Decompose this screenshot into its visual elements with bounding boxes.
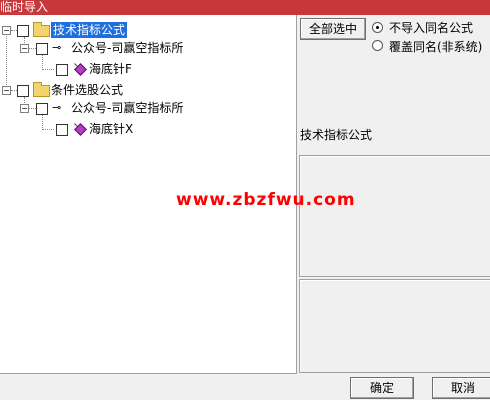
- collapse-icon[interactable]: −: [2, 86, 11, 95]
- tree-node-formula-f[interactable]: 海底针F: [0, 60, 296, 78]
- watermark-text: www.zbzfwu.com: [176, 190, 356, 210]
- ok-button[interactable]: 确定: [350, 377, 414, 399]
- tree-node-formula-x[interactable]: 海底针X: [0, 120, 296, 138]
- radio-no-import[interactable]: [372, 22, 383, 33]
- tree-node-label[interactable]: 海底针X: [89, 121, 133, 137]
- collapse-icon[interactable]: −: [2, 26, 11, 35]
- formula-icon: [74, 123, 87, 136]
- tree-node-label[interactable]: 技术指标公式: [51, 22, 128, 38]
- key-icon: ⊸: [52, 41, 62, 54]
- formula-icon: [74, 63, 87, 76]
- tree-node-label[interactable]: 公众号-司赢空指标所: [71, 40, 183, 56]
- tree-node-group-screener[interactable]: − ⊸ 公众号-司赢空指标所: [0, 99, 296, 117]
- radio-overwrite[interactable]: [372, 40, 383, 51]
- tree-node-label[interactable]: 条件选股公式: [51, 82, 123, 98]
- node-checkbox[interactable]: [36, 103, 48, 115]
- radio-overwrite-label[interactable]: 覆盖同名(非系统): [389, 40, 482, 54]
- tree-node-group-indicator[interactable]: − ⊸ 公众号-司赢空指标所: [0, 39, 296, 57]
- node-checkbox[interactable]: [36, 43, 48, 55]
- tree-node-label[interactable]: 海底针F: [89, 61, 132, 77]
- key-icon: ⊸: [52, 101, 62, 114]
- collapse-icon[interactable]: −: [20, 44, 29, 53]
- tree-node-category-indicator[interactable]: − 技术指标公式: [0, 21, 296, 39]
- radio-no-import-label[interactable]: 不导入同名公式: [389, 21, 473, 35]
- category-label: 技术指标公式: [300, 128, 373, 142]
- detail-box-upper: [299, 155, 490, 277]
- node-checkbox[interactable]: [56, 64, 68, 76]
- select-all-button[interactable]: 全部选中: [300, 18, 366, 40]
- node-checkbox[interactable]: [17, 25, 29, 37]
- folder-icon: [33, 22, 50, 37]
- tree-node-label[interactable]: 公众号-司赢空指标所: [71, 100, 183, 116]
- tree-node-category-screener[interactable]: − 条件选股公式: [0, 81, 296, 99]
- window-title: 临时导入: [0, 0, 49, 14]
- node-checkbox[interactable]: [17, 85, 29, 97]
- node-checkbox[interactable]: [56, 124, 68, 136]
- collapse-icon[interactable]: −: [20, 104, 29, 113]
- cancel-button[interactable]: 取消: [432, 377, 490, 399]
- title-bar: 临时导入: [0, 0, 490, 15]
- detail-box-lower: [299, 279, 490, 373]
- folder-icon: [33, 82, 50, 97]
